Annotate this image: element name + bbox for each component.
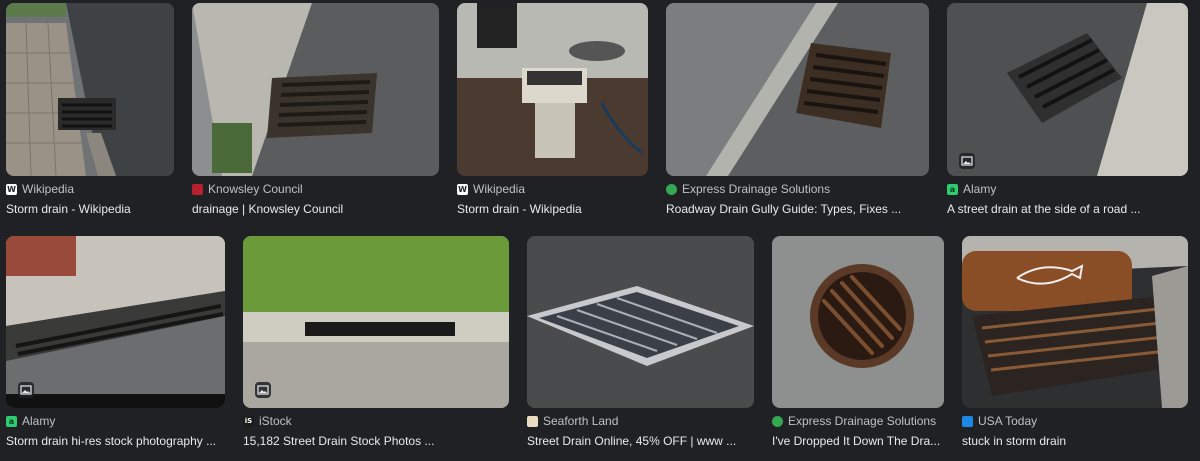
- result-source[interactable]: USA Today: [962, 414, 1037, 428]
- result-thumbnail[interactable]: [666, 3, 929, 176]
- road-gully-image: [666, 3, 929, 176]
- street-drain-image: [947, 3, 1188, 176]
- result-title[interactable]: drainage | Knowsley Council: [192, 202, 439, 216]
- result-source[interactable]: W Wikipedia: [6, 182, 74, 196]
- source-name: Alamy: [963, 182, 997, 196]
- istock-icon: iS: [243, 415, 254, 427]
- image-icon: [255, 382, 271, 398]
- result-source[interactable]: Express Drainage Solutions: [666, 182, 830, 196]
- image-result-card[interactable]: W Wikipedia Storm drain - Wikipedia: [6, 3, 174, 218]
- result-thumbnail[interactable]: [947, 3, 1188, 176]
- source-name: Express Drainage Solutions: [682, 182, 831, 196]
- source-name: iStock: [259, 414, 292, 428]
- result-thumbnail[interactable]: [6, 236, 225, 408]
- result-title[interactable]: 15,182 Street Drain Stock Photos ...: [243, 434, 509, 448]
- image-result-card[interactable]: Seaforth Land Street Drain Online, 45% O…: [527, 236, 754, 451]
- result-title[interactable]: Storm drain - Wikipedia: [457, 202, 648, 216]
- express-drainage-icon: [666, 183, 677, 195]
- image-result-card[interactable]: a Alamy Storm drain hi-res stock photogr…: [6, 236, 225, 451]
- result-thumbnail[interactable]: [192, 3, 439, 176]
- result-title[interactable]: stuck in storm drain: [962, 434, 1188, 448]
- wikipedia-icon: W: [6, 183, 17, 195]
- result-thumbnail[interactable]: [457, 3, 648, 176]
- image-result-card[interactable]: USA Today stuck in storm drain: [962, 236, 1188, 451]
- result-title[interactable]: Storm drain - Wikipedia: [6, 202, 174, 216]
- result-source[interactable]: Express Drainage Solutions: [772, 414, 936, 428]
- usa-today-icon: [962, 415, 973, 427]
- curb-drain-image: [192, 3, 439, 176]
- source-name: Seaforth Land: [543, 414, 619, 428]
- alamy-icon: a: [6, 415, 17, 427]
- result-title[interactable]: Street Drain Online, 45% OFF | www ...: [527, 434, 754, 448]
- source-name: Alamy: [22, 414, 56, 428]
- result-thumbnail[interactable]: [772, 236, 944, 408]
- storm-drain-image: [6, 3, 174, 176]
- wikipedia-icon: W: [457, 183, 468, 195]
- source-name: Wikipedia: [473, 182, 526, 196]
- image-result-card[interactable]: Express Drainage Solutions I've Dropped …: [772, 236, 944, 451]
- source-name: USA Today: [978, 414, 1038, 428]
- image-result-card[interactable]: a Alamy A street drain at the side of a …: [947, 3, 1188, 218]
- image-icon: [18, 382, 34, 398]
- image-result-card[interactable]: Knowsley Council drainage | Knowsley Cou…: [192, 3, 439, 218]
- result-title[interactable]: I've Dropped It Down The Dra...: [772, 434, 944, 448]
- result-title[interactable]: Roadway Drain Gully Guide: Types, Fixes …: [666, 202, 929, 216]
- result-thumbnail[interactable]: [243, 236, 509, 408]
- result-source[interactable]: Knowsley Council: [192, 182, 303, 196]
- result-source[interactable]: W Wikipedia: [457, 182, 525, 196]
- storm-drain-image: [6, 236, 225, 408]
- image-result-card[interactable]: W Wikipedia Storm drain - Wikipedia: [457, 3, 648, 218]
- image-result-card[interactable]: iS iStock 15,182 Street Drain Stock Phot…: [243, 236, 509, 451]
- curb-inlet-image: [243, 236, 509, 408]
- knowsley-council-icon: [192, 183, 203, 195]
- seaforth-land-icon: [527, 415, 538, 427]
- source-name: Wikipedia: [22, 182, 75, 196]
- source-name: Knowsley Council: [208, 182, 303, 196]
- grate-image: [527, 236, 754, 408]
- result-thumbnail[interactable]: [6, 3, 174, 176]
- storm-drain-image: [962, 236, 1188, 408]
- result-source[interactable]: Seaforth Land: [527, 414, 618, 428]
- image-icon: [959, 153, 975, 169]
- result-thumbnail[interactable]: [527, 236, 754, 408]
- alamy-icon: a: [947, 183, 958, 195]
- result-title[interactable]: A street drain at the side of a road ...: [947, 202, 1188, 216]
- result-thumbnail[interactable]: [962, 236, 1188, 408]
- result-source[interactable]: a Alamy: [6, 414, 55, 428]
- round-drain-image: [772, 236, 944, 408]
- drain-fitting-image: [457, 3, 648, 176]
- source-name: Express Drainage Solutions: [788, 414, 937, 428]
- result-source[interactable]: a Alamy: [947, 182, 996, 196]
- result-source[interactable]: iS iStock: [243, 414, 292, 428]
- image-result-card[interactable]: Express Drainage Solutions Roadway Drain…: [666, 3, 929, 218]
- express-drainage-icon: [772, 415, 783, 427]
- result-title[interactable]: Storm drain hi-res stock photography ...: [6, 434, 225, 448]
